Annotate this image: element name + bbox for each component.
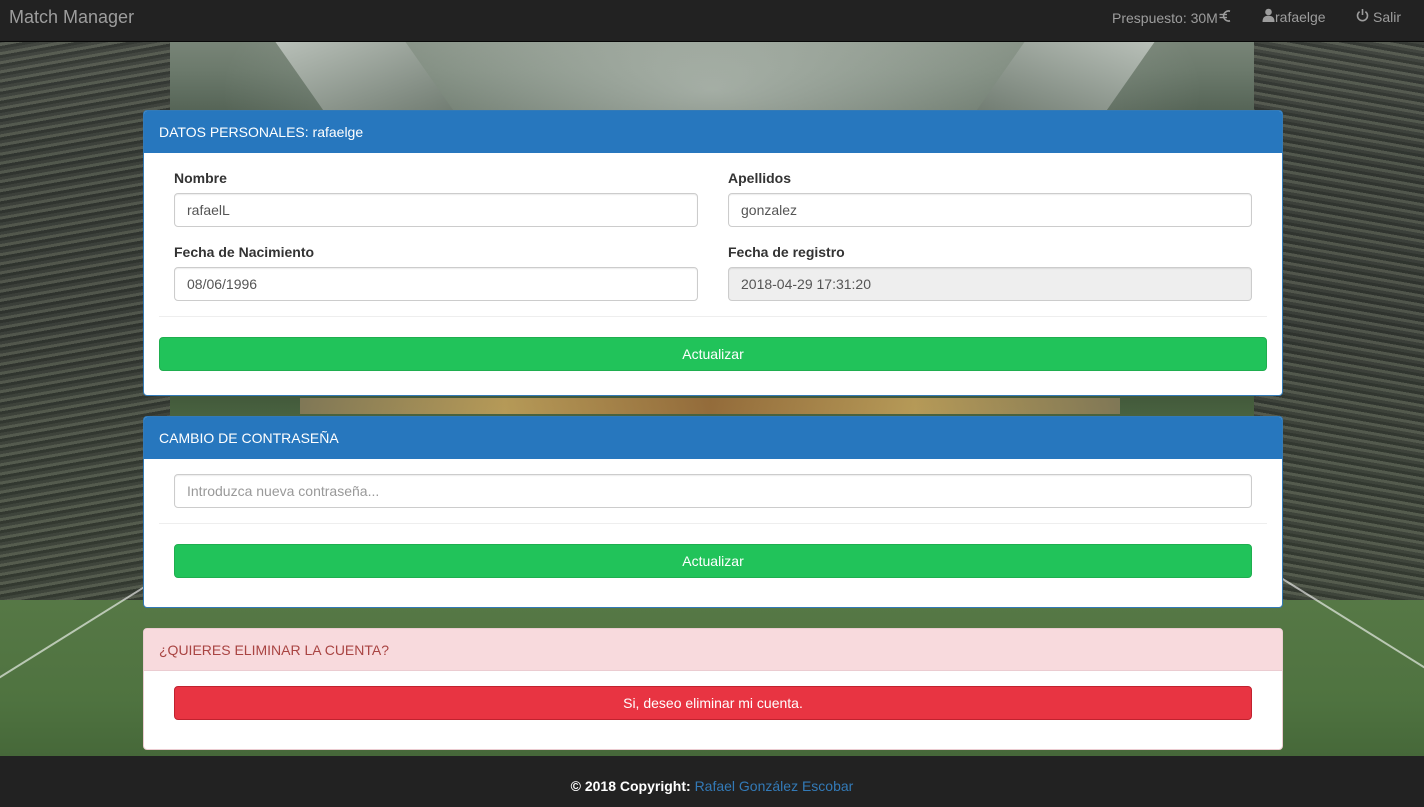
copyright-text: © 2018 Copyright: (570, 778, 691, 794)
left-roof-light (275, 42, 455, 112)
nombre-label: Nombre (174, 170, 227, 186)
budget-label: Prespuesto: 30M (1112, 10, 1218, 26)
right-roof-light (975, 42, 1155, 112)
panel-divider (159, 316, 1267, 317)
euro-icon (1219, 8, 1232, 28)
power-icon (1356, 8, 1369, 26)
apellidos-input[interactable]: gonzalez (728, 193, 1252, 227)
advertising-board (300, 398, 1120, 414)
panel-divider (159, 523, 1267, 524)
username-label: rafaelge (1275, 9, 1326, 25)
delete-account-button[interactable]: Si, deseo eliminar mi cuenta. (174, 686, 1252, 720)
logout-label: Salir (1373, 9, 1402, 25)
fecha-registro-label: Fecha de registro (728, 244, 845, 260)
delete-account-panel: ¿QUIERES ELIMINAR LA CUENTA? Si, deseo e… (143, 628, 1283, 750)
fecha-nacimiento-label: Fecha de Nacimiento (174, 244, 315, 260)
delete-account-heading: ¿QUIERES ELIMINAR LA CUENTA? (144, 629, 1282, 671)
budget-display: Prespuesto: 30M (1112, 8, 1232, 28)
update-password-button[interactable]: Actualizar (174, 544, 1252, 578)
footer: © 2018 Copyright: Rafael González Escoba… (0, 756, 1424, 807)
nombre-input[interactable]: rafaelL (174, 193, 698, 227)
password-panel: CAMBIO DE CONTRASEÑA Introduzca nueva co… (143, 416, 1283, 608)
author-link[interactable]: Rafael González Escobar (695, 778, 854, 794)
fecha-registro-input: 2018-04-29 17:31:20 (728, 267, 1252, 301)
personal-data-heading: DATOS PERSONALES: rafaelge (144, 111, 1282, 153)
top-navbar: Match Manager Prespuesto: 30M rafaelge S… (0, 0, 1424, 42)
apellidos-label: Apellidos (728, 170, 792, 186)
fecha-nacimiento-input[interactable]: 08/06/1996 (174, 267, 698, 301)
user-icon (1262, 8, 1275, 26)
brand-link[interactable]: Match Manager (9, 6, 134, 28)
user-menu-link[interactable]: rafaelge (1262, 8, 1326, 26)
new-password-input[interactable]: Introduzca nueva contraseña... (174, 474, 1252, 508)
update-personal-button[interactable]: Actualizar (159, 337, 1267, 371)
password-heading: CAMBIO DE CONTRASEÑA (144, 417, 1282, 459)
logout-link[interactable]: Salir (1356, 8, 1401, 26)
personal-data-panel: DATOS PERSONALES: rafaelge Nombre rafael… (143, 110, 1283, 396)
